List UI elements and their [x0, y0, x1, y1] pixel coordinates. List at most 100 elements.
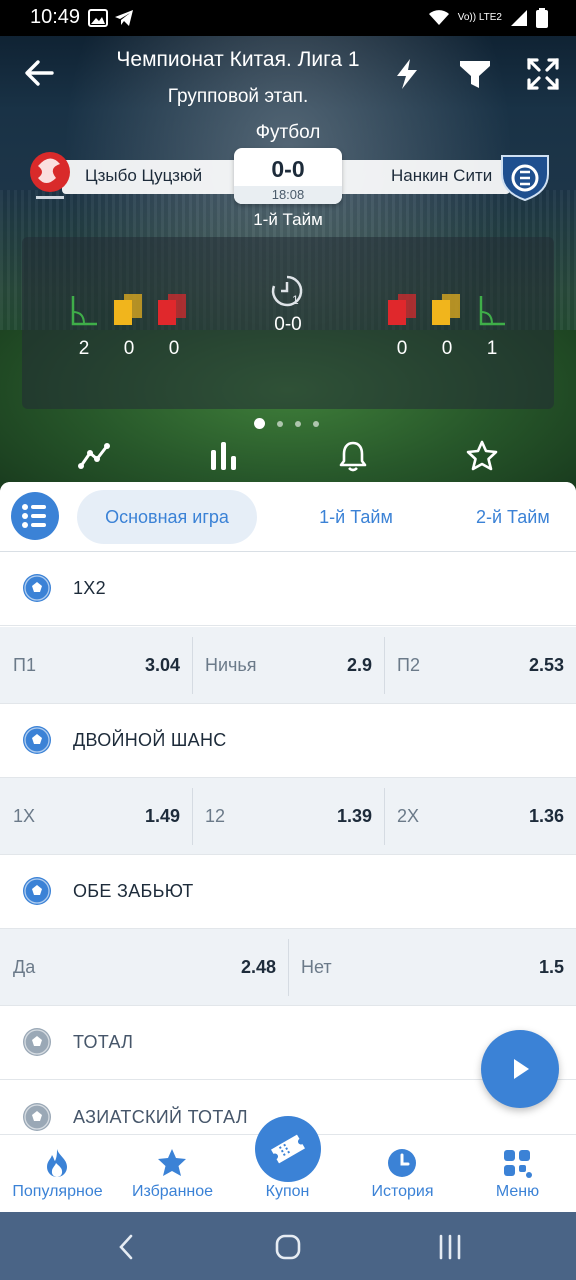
- odd-label: 2X: [397, 806, 420, 826]
- tab-first-half[interactable]: 1-й Тайм: [276, 490, 436, 544]
- home-corners: 2: [78, 338, 90, 359]
- red-card-icon: [158, 294, 186, 325]
- odd-value: 1.36: [528, 806, 564, 826]
- page-dot[interactable]: [277, 420, 283, 427]
- market-name: 1X2: [73, 578, 106, 598]
- yellow-card-icon: [432, 294, 460, 325]
- odd-label: Да: [13, 957, 36, 977]
- corner-flag-icon: [71, 296, 97, 326]
- odds-row: 1X 1.49 12 1.39 2X 1.36: [0, 778, 576, 855]
- football-icon: [23, 726, 51, 754]
- page-dot[interactable]: [254, 418, 265, 429]
- wifi-icon: [428, 10, 449, 25]
- nav-favorites[interactable]: Избранное: [115, 1135, 230, 1213]
- nav-popular[interactable]: Популярное: [0, 1135, 115, 1213]
- odd-label: Нет: [301, 957, 332, 977]
- market-header[interactable]: ОБЕ ЗАБЬЮТ: [0, 855, 576, 929]
- odd-button[interactable]: 12 1.39: [192, 778, 384, 855]
- market-header[interactable]: ДВОЙНОЙ ШАНС: [0, 704, 576, 778]
- live-stream-button[interactable]: [481, 1030, 559, 1108]
- back-arrow-icon[interactable]: [22, 56, 56, 90]
- status-bar: 10:49 Vo)) LTE2: [0, 0, 576, 36]
- gallery-icon: [88, 9, 108, 27]
- filter-icon[interactable]: [458, 57, 492, 91]
- list-icon: [22, 504, 46, 528]
- status-time: 10:49: [30, 6, 81, 28]
- statistics-line-icon[interactable]: [78, 440, 110, 472]
- odd-label: П1: [13, 655, 36, 675]
- market-name: ТОТАЛ: [73, 1032, 134, 1052]
- nav-history[interactable]: История: [345, 1135, 460, 1213]
- red-card-icon: [388, 294, 416, 325]
- page-dot[interactable]: [313, 420, 319, 427]
- odd-label: Ничья: [205, 655, 257, 675]
- odd-value: 1.39: [336, 806, 372, 826]
- tab-main-game[interactable]: Основная игра: [77, 490, 257, 544]
- football-icon: [23, 1103, 51, 1131]
- odd-button[interactable]: 1X 1.49: [0, 778, 192, 855]
- home-team-logo-icon: [30, 152, 70, 199]
- match-period: 1-й Тайм: [253, 210, 323, 229]
- network-label: Vo)) LTE2: [457, 12, 502, 23]
- markets-menu-button[interactable]: [11, 492, 59, 540]
- home-team-name: Цзыбо Цуцзюй: [85, 166, 203, 185]
- match-score: 0-0: [271, 156, 305, 182]
- away-yellow-cards: 0: [441, 338, 453, 359]
- nav-label: Избранное: [131, 1183, 214, 1200]
- recents-icon[interactable]: [435, 1232, 465, 1262]
- coupon-button[interactable]: [255, 1116, 321, 1182]
- market-name: АЗИАТСКИЙ ТОТАЛ: [73, 1107, 248, 1127]
- away-red-cards: 0: [396, 338, 408, 359]
- tabs-row: Основная игра 1-й Тайм 2-й Тайм: [0, 482, 576, 552]
- odd-button[interactable]: П1 3.04: [0, 627, 192, 704]
- odd-label: 1X: [13, 806, 36, 826]
- stage-subtitle: Групповой этап.: [167, 86, 309, 107]
- tab-second-half[interactable]: 2-й Тайм: [456, 490, 576, 544]
- odd-button[interactable]: Да 2.48: [0, 929, 288, 1006]
- yellow-card-icon: [114, 294, 142, 325]
- ticket-icon: [271, 1134, 305, 1164]
- odd-button[interactable]: Ничья 2.9: [192, 627, 384, 704]
- lightning-icon[interactable]: [390, 57, 424, 91]
- page-indicator: [254, 418, 319, 429]
- clock-icon: [388, 1149, 416, 1177]
- odd-button[interactable]: П2 2.53: [384, 627, 576, 704]
- back-icon[interactable]: [112, 1232, 142, 1262]
- odd-value: 2.53: [528, 655, 564, 675]
- half-time-clock-icon: 1: [271, 275, 303, 307]
- bar-chart-icon[interactable]: [208, 440, 240, 472]
- status-right: Vo)) LTE2: [428, 8, 548, 28]
- championship-title: Чемпионат Китая. Лига 1: [116, 48, 360, 71]
- battery-icon: [536, 8, 548, 28]
- page-dot[interactable]: [295, 420, 301, 427]
- match-clock: 18:08: [234, 186, 342, 204]
- nav-label: Купон: [265, 1183, 310, 1200]
- betting-sheet: Основная игра 1-й Тайм 2-й Тайм 1X2 П1 3.…: [0, 482, 576, 1222]
- telegram-icon: [115, 10, 133, 26]
- football-icon: [23, 1028, 51, 1056]
- home-yellow-cards: 0: [123, 338, 135, 359]
- score-box: 0-0 18:08: [234, 148, 342, 204]
- star-icon: [158, 1149, 186, 1176]
- star-outline-icon[interactable]: [466, 440, 498, 472]
- bell-icon[interactable]: [337, 440, 369, 472]
- signal-icon: [511, 10, 527, 26]
- play-icon: [514, 1059, 529, 1079]
- nav-label: Меню: [495, 1183, 540, 1200]
- odd-button[interactable]: 2X 1.36: [384, 778, 576, 855]
- odd-value: 1.49: [144, 806, 180, 826]
- odds-row: Да 2.48 Нет 1.5: [0, 929, 576, 1006]
- away-corners: 1: [486, 338, 498, 359]
- odd-button[interactable]: Нет 1.5: [288, 929, 576, 1006]
- home-icon[interactable]: [273, 1232, 303, 1262]
- fullscreen-icon[interactable]: [526, 57, 560, 91]
- half-score: 0-0: [274, 314, 302, 335]
- football-icon: [23, 574, 51, 602]
- grid-icon: [504, 1150, 532, 1178]
- away-team-logo-icon: [501, 155, 549, 202]
- nav-menu[interactable]: Меню: [460, 1135, 575, 1213]
- system-navigation-bar: [0, 1212, 576, 1280]
- odd-value: 2.9: [346, 655, 372, 675]
- nav-label: История: [371, 1183, 434, 1200]
- market-header[interactable]: 1X2: [0, 552, 576, 626]
